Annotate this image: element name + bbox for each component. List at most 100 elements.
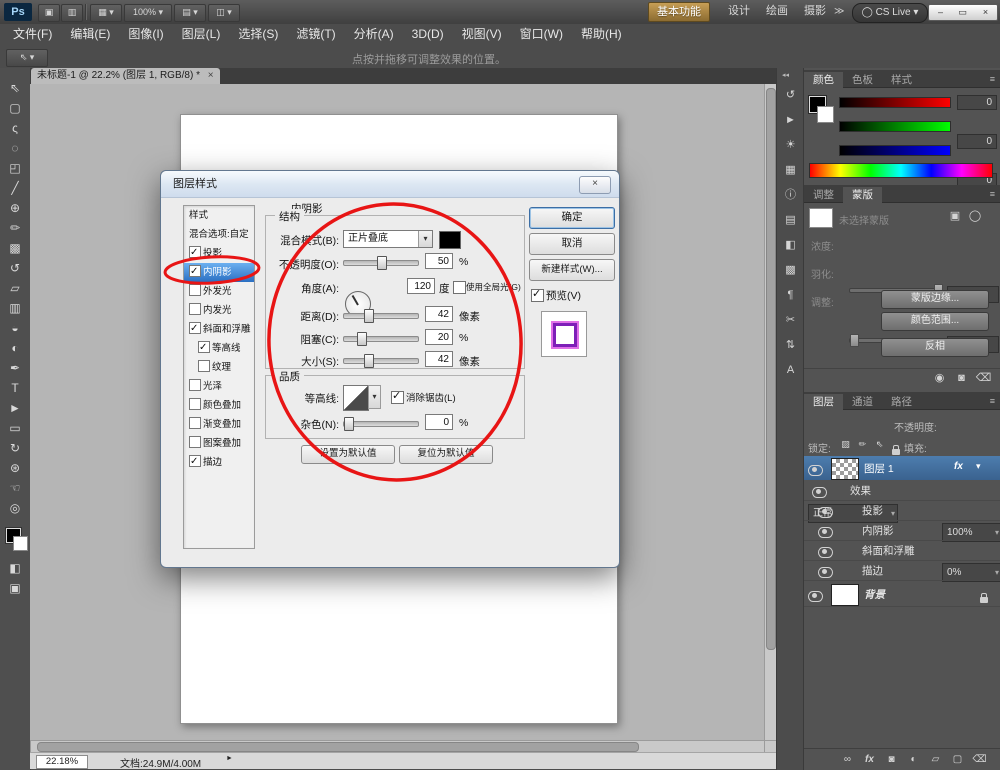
panel-notes-icon[interactable]: ✂ <box>780 311 801 330</box>
vertical-scrollbar-thumb[interactable] <box>766 88 776 650</box>
choke-input[interactable] <box>425 329 453 345</box>
workspace-design-button[interactable]: 设计 <box>720 2 758 20</box>
effect-item-inner-shadow[interactable]: 内阴影 <box>184 263 254 282</box>
orbit-3d-tool[interactable]: ⊛ <box>4 458 26 478</box>
new-group-icon[interactable]: ▱ <box>925 750 946 769</box>
make-default-button[interactable]: 设置为默认值 <box>301 445 395 464</box>
layer-row-layer1[interactable]: 图层 1 fx ▾ <box>804 456 1000 480</box>
effect-checkbox[interactable] <box>189 398 201 410</box>
panel-info-icon[interactable]: ⓘ <box>780 186 801 205</box>
blending-options-item[interactable]: 混合选项:自定 <box>184 225 254 244</box>
cancel-button[interactable]: 取消 <box>529 233 615 255</box>
panel-navigator-icon[interactable]: ▦ <box>780 161 801 180</box>
link-layers-icon[interactable]: ∞ <box>837 750 858 769</box>
menu-filter[interactable]: 滤镜(T) <box>287 24 344 45</box>
green-value-field[interactable]: 0 <box>957 134 997 149</box>
effect-item-satin[interactable]: 光泽 <box>184 377 254 396</box>
tab-layers[interactable]: 图层 <box>804 394 843 410</box>
status-zoom-field[interactable]: 22.18% <box>36 755 88 769</box>
screen-mode-icon[interactable]: ▤ ▾ <box>174 4 206 22</box>
preview-checkbox[interactable] <box>531 289 544 302</box>
view-extras-icon[interactable]: ▦ ▾ <box>90 4 122 22</box>
tab-close-icon[interactable]: × <box>208 70 214 81</box>
effect-checkbox[interactable] <box>189 379 201 391</box>
zoom-level-control[interactable]: 100% ▾ <box>124 4 172 22</box>
chevron-down-icon[interactable]: ▾ <box>418 231 432 247</box>
workspace-essentials-button[interactable]: 基本功能 <box>648 2 710 22</box>
contour-thumbnail[interactable] <box>343 385 369 411</box>
lock-position-icon[interactable]: ⇖ <box>872 437 887 452</box>
shape-tool[interactable]: ▭ <box>4 418 26 438</box>
tab-adjustments[interactable]: 调整 <box>804 187 843 203</box>
effect-row-inner-shadow[interactable]: 内阴影 <box>804 520 1000 541</box>
effect-checkbox[interactable] <box>189 436 201 448</box>
menu-select[interactable]: 选择(S) <box>229 24 287 45</box>
effect-item-outer-glow[interactable]: 外发光 <box>184 282 254 301</box>
marquee-tool[interactable]: ▢ <box>4 98 26 118</box>
size-slider-thumb[interactable] <box>364 354 374 368</box>
quick-selection-tool[interactable]: ◌ <box>4 138 26 158</box>
history-brush-tool[interactable]: ↺ <box>4 258 26 278</box>
effect-item-texture[interactable]: 纹理 <box>184 358 254 377</box>
panel-menu-icon[interactable]: ≡ <box>990 189 995 199</box>
dialog-titlebar[interactable]: 图层样式 × <box>161 171 619 198</box>
add-layer-style-icon[interactable]: fx <box>859 750 880 769</box>
tab-masks[interactable]: 蒙版 <box>843 187 882 203</box>
rotate-3d-tool[interactable]: ↻ <box>4 438 26 458</box>
add-pixel-mask-icon[interactable]: ▣ <box>947 208 963 224</box>
lasso-tool[interactable]: ς <box>4 118 26 138</box>
effect-row-label[interactable]: 投影 <box>862 503 883 518</box>
effect-checkbox[interactable] <box>189 284 201 296</box>
tab-swatches[interactable]: 色板 <box>843 72 882 88</box>
mask-edge-button[interactable]: 蒙版边缘... <box>881 290 989 309</box>
effect-item-gradient-overlay[interactable]: 渐变叠加 <box>184 415 254 434</box>
lock-transparency-icon[interactable]: ▨ <box>838 437 853 452</box>
effect-row-label[interactable]: 内阴影 <box>862 523 894 538</box>
blend-mode-select[interactable]: 正片叠底▾ <box>343 230 433 248</box>
collapse-dock-icon[interactable]: ◂◂ <box>782 71 789 79</box>
new-fill-adjustment-icon[interactable]: ◐ <box>903 750 924 769</box>
choke-slider-thumb[interactable] <box>357 332 367 346</box>
noise-slider-thumb[interactable] <box>344 417 354 431</box>
window-maximize-button[interactable]: ▭ <box>951 4 975 21</box>
effect-checkbox[interactable] <box>189 455 201 467</box>
feather-slider-thumb[interactable] <box>850 334 859 347</box>
mask-apply-icon[interactable]: ◙ <box>951 369 972 388</box>
distance-slider-thumb[interactable] <box>364 309 374 323</box>
path-selection-tool[interactable]: ► <box>4 398 26 418</box>
tab-color[interactable]: 颜色 <box>804 72 843 88</box>
panel-actions-icon[interactable]: ► <box>780 111 801 130</box>
effect-item-pattern-overlay[interactable]: 图案叠加 <box>184 434 254 453</box>
effect-item-drop-shadow[interactable]: 投影 <box>184 244 254 263</box>
pen-tool[interactable]: ✒ <box>4 358 26 378</box>
noise-slider[interactable] <box>343 421 419 427</box>
effect-row-stroke[interactable]: 描边 <box>804 560 1000 581</box>
visibility-toggle[interactable] <box>808 589 823 607</box>
blue-slider-ramp[interactable] <box>839 145 951 156</box>
workspace-painting-button[interactable]: 绘画 <box>758 2 796 20</box>
effect-item-color-overlay[interactable]: 颜色叠加 <box>184 396 254 415</box>
green-slider-ramp[interactable] <box>839 121 951 132</box>
layer-row-background[interactable]: 背景 <box>804 582 1000 607</box>
add-vector-mask-icon[interactable]: ◯ <box>967 208 983 224</box>
collapse-effects-icon[interactable]: ▾ <box>976 461 981 472</box>
eraser-tool[interactable]: ▱ <box>4 278 26 298</box>
effect-item-stroke[interactable]: 描边 <box>184 453 254 472</box>
new-style-button[interactable]: 新建样式(W)... <box>529 259 615 281</box>
effect-checkbox[interactable] <box>198 341 210 353</box>
angle-input[interactable] <box>407 278 435 294</box>
distance-slider[interactable] <box>343 313 419 319</box>
blur-tool[interactable]: ◒ <box>4 318 26 338</box>
mini-bridge-icon[interactable]: ▥ <box>61 4 83 22</box>
menu-analysis[interactable]: 分析(A) <box>345 24 403 45</box>
arrange-documents-icon[interactable]: ◫ ▾ <box>208 4 240 22</box>
panel-background-swatch[interactable] <box>817 106 834 123</box>
dialog-close-button[interactable]: × <box>579 176 611 194</box>
panel-character-icon[interactable]: A <box>780 361 801 380</box>
effect-checkbox[interactable] <box>189 417 201 429</box>
menu-file[interactable]: 文件(F) <box>4 24 61 45</box>
spectrum-ramp[interactable] <box>809 163 993 178</box>
panel-menu-icon[interactable]: ≡ <box>990 396 995 406</box>
gradient-tool[interactable]: ▥ <box>4 298 26 318</box>
type-tool[interactable]: T <box>4 378 26 398</box>
